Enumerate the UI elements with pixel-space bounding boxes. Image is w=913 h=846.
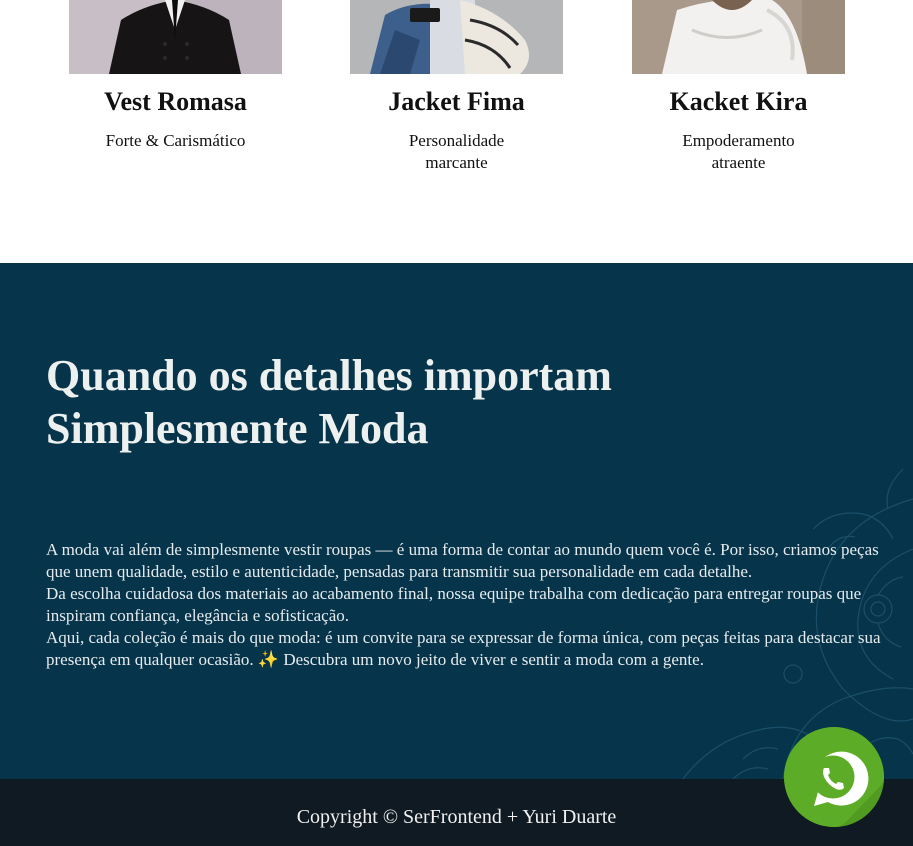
product-image-vest-romasa[interactable]: [69, 0, 282, 74]
about-title-line1: Quando os detalhes importam: [46, 351, 612, 400]
page: Vest Romasa Forte & Carismático Jacket F…: [0, 0, 913, 846]
product-card-vest-romasa[interactable]: Vest Romasa Forte & Carismático: [69, 0, 282, 152]
product-card-kacket-kira[interactable]: Kacket Kira Empoderamento atraente: [632, 0, 845, 174]
product-name: Kacket Kira: [669, 87, 808, 116]
copyright-text: Copyright © SerFrontend + Yuri Duarte: [296, 806, 617, 828]
product-name: Vest Romasa: [104, 87, 247, 116]
about-section: Quando os detalhes importam Simplesmente…: [0, 263, 913, 779]
product-description: Forte & Carismático: [105, 131, 246, 150]
product-description: Personalidade marcante: [408, 131, 505, 172]
whatsapp-icon: [784, 727, 884, 827]
product-name: Jacket Fima: [388, 87, 525, 116]
product-card-jacket-fima[interactable]: Jacket Fima Personalidade marcante: [350, 0, 563, 174]
products-section: Vest Romasa Forte & Carismático Jacket F…: [0, 0, 913, 263]
product-image-kacket-kira[interactable]: [632, 0, 845, 74]
about-title: Quando os detalhes importam Simplesmente…: [46, 349, 612, 455]
footer: Copyright © SerFrontend + Yuri Duarte: [0, 779, 913, 846]
about-title-line2: Simplesmente Moda: [46, 404, 429, 453]
whatsapp-button[interactable]: [784, 727, 884, 827]
about-paragraph: Da escolha cuidadosa dos materiais ao ac…: [46, 584, 862, 625]
product-image-jacket-fima[interactable]: [350, 0, 563, 74]
about-text: A moda vai além de simplesmente vestir r…: [46, 539, 881, 671]
about-paragraph: Aqui, cada coleção é mais do que moda: é…: [46, 628, 881, 669]
about-paragraph: A moda vai além de simplesmente vestir r…: [46, 540, 879, 581]
product-description: Empoderamento atraente: [682, 131, 795, 172]
